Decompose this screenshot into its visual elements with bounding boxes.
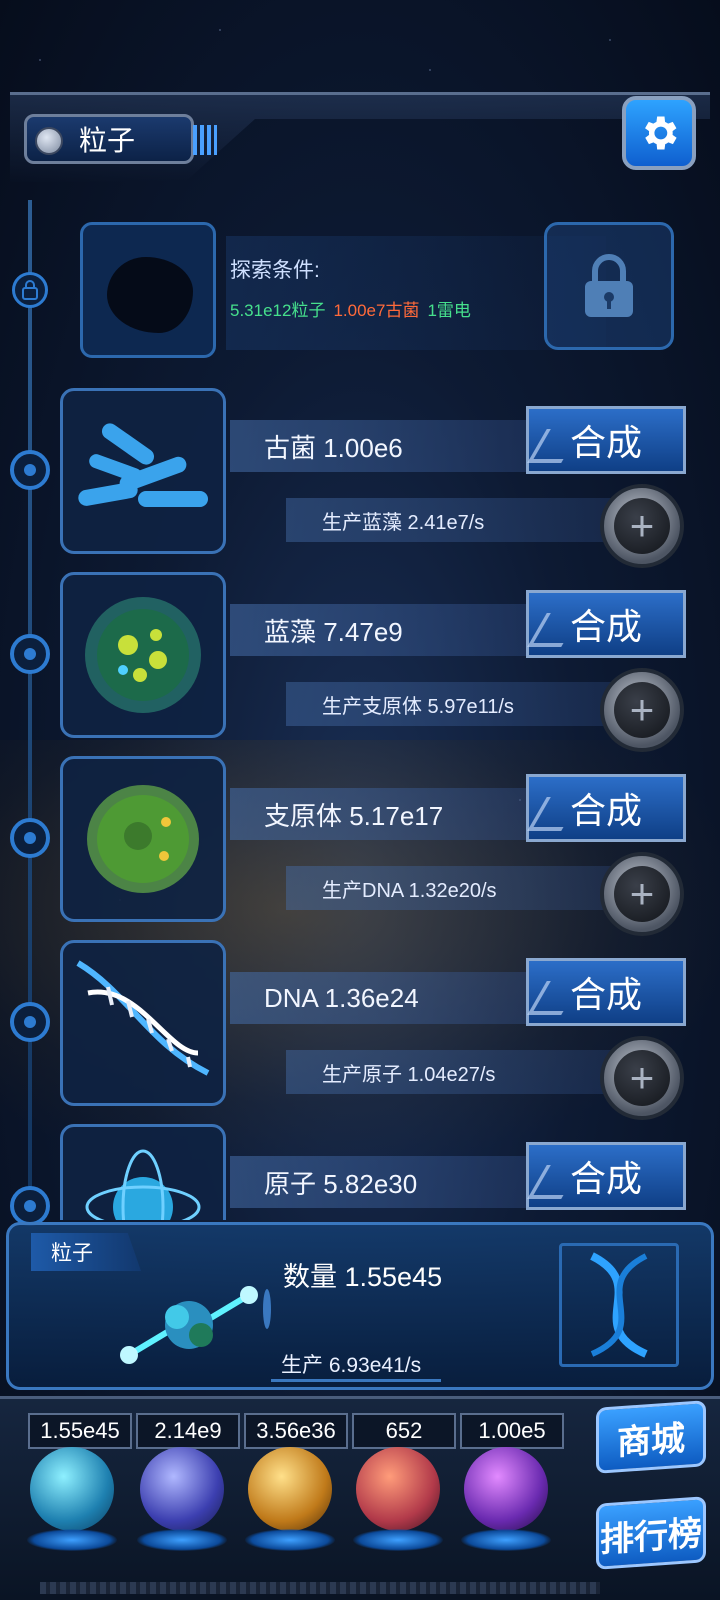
resource-vortex-count: 1.00e5: [460, 1413, 564, 1449]
mycoplasma-icon: [87, 785, 199, 893]
orb-stand: [353, 1529, 443, 1551]
item-row-mycoplasma: 支原体 5.17e17 合成 生产DNA 1.32e20/s +: [60, 756, 700, 936]
item-row-cyanobacteria: 蓝藻 7.47e9 合成 生产支原体 5.97e11/s +: [60, 572, 700, 752]
rail-node: [10, 450, 50, 490]
particle-orb[interactable]: [30, 1447, 114, 1531]
leaderboard-button[interactable]: 排行榜: [596, 1496, 706, 1570]
page-title-plate: 粒子: [24, 114, 217, 164]
resource-fire-count: 3.56e36: [244, 1413, 348, 1449]
mycoplasma-thumbnail[interactable]: [60, 756, 226, 922]
resource-brain-count: 652: [352, 1413, 456, 1449]
particle-summary-panel: 粒子 数量 1.55e45 生产 6.93e41/s: [6, 1222, 714, 1390]
upgrade-button[interactable]: +: [600, 1036, 684, 1120]
production-rate: 生产支原体 5.97e11/s: [286, 682, 646, 726]
explore-condition-list: 5.31e12粒子 1.00e7古菌 1雷电: [230, 296, 471, 321]
bottom-strip-decoration: [40, 1582, 600, 1594]
cyanobacteria-icon: [85, 597, 201, 713]
production-rate: 生产蓝藻 2.41e7/s: [286, 498, 646, 542]
orb-stand: [461, 1529, 551, 1551]
resource-thunder-count: 2.14e9: [136, 1413, 240, 1449]
lock-icon: [585, 254, 633, 317]
connector-dot: [263, 1289, 271, 1329]
synthesize-button[interactable]: 合成: [526, 1142, 686, 1210]
fire-orb[interactable]: [248, 1447, 332, 1531]
atom-thumbnail[interactable]: [60, 1124, 226, 1220]
brain-orb[interactable]: [356, 1447, 440, 1531]
rail-node: [10, 1002, 50, 1042]
condition-archaea: 1.00e7古菌: [333, 301, 420, 320]
dna-icon: [76, 960, 210, 1076]
dna-emblem-icon: [559, 1243, 679, 1367]
item-row-atom: 原子 5.82e30 合成: [60, 1124, 700, 1220]
progress-rail: [28, 200, 32, 1220]
rail-node: [10, 634, 50, 674]
archaea-icon: [78, 423, 208, 507]
page-title: 粒子: [79, 125, 136, 156]
connector-line: [271, 1379, 441, 1382]
orb-stand: [245, 1529, 335, 1551]
production-rate: 生产DNA 1.32e20/s: [286, 866, 646, 910]
plus-icon: +: [614, 1050, 670, 1106]
synthesize-button[interactable]: 合成: [526, 774, 686, 842]
upgrade-button[interactable]: +: [600, 668, 684, 752]
panel-tag: 粒子: [31, 1233, 141, 1271]
synthesize-button[interactable]: 合成: [526, 958, 686, 1026]
screw-icon: [35, 127, 63, 155]
gear-icon: [645, 116, 677, 150]
condition-particle: 5.31e12粒子: [230, 301, 326, 320]
synthesize-button[interactable]: 合成: [526, 406, 686, 474]
lock-icon: [22, 280, 38, 300]
synthesize-button[interactable]: 合成: [526, 590, 686, 658]
resource-particle-count: 1.55e45: [28, 1413, 132, 1449]
upgrade-button[interactable]: +: [600, 852, 684, 936]
item-name: 古菌 1.00e6: [230, 420, 540, 472]
rail-node: [10, 1186, 50, 1226]
plus-icon: +: [614, 866, 670, 922]
dna-thumbnail[interactable]: [60, 940, 226, 1106]
production-rate: 生产原子 1.04e27/s: [286, 1050, 646, 1094]
explore-condition-label: 探索条件:: [230, 259, 320, 282]
archaea-thumbnail[interactable]: [60, 388, 226, 554]
plus-icon: +: [614, 498, 670, 554]
header-bar: 粒子: [10, 92, 710, 182]
rail-lock-node: [12, 272, 48, 308]
item-name: 支原体 5.17e17: [230, 788, 540, 840]
item-name: DNA 1.36e24: [230, 972, 540, 1024]
orb-stand: [27, 1529, 117, 1551]
silhouette-icon: [107, 257, 193, 333]
settings-button[interactable]: [622, 96, 696, 170]
plus-icon: +: [614, 682, 670, 738]
item-name: 原子 5.82e30: [230, 1156, 540, 1208]
locked-item-card: 探索条件: 5.31e12粒子 1.00e7古菌 1雷电: [74, 218, 674, 358]
condition-thunder: 1雷电: [427, 301, 471, 320]
upgrade-button[interactable]: +: [600, 484, 684, 568]
item-row-dna: DNA 1.36e24 合成 生产原子 1.04e27/s +: [60, 940, 700, 1120]
particle-quantity: 数量 1.55e45: [283, 1262, 443, 1292]
locked-item-thumbnail: [80, 222, 216, 358]
item-name: 蓝藻 7.47e9: [230, 604, 540, 656]
thunder-orb[interactable]: [140, 1447, 224, 1531]
cyanobacteria-thumbnail[interactable]: [60, 572, 226, 738]
particle-production-rate: 生产 6.93e41/s: [281, 1354, 422, 1377]
orb-stand: [137, 1529, 227, 1551]
rail-node: [10, 818, 50, 858]
vortex-orb[interactable]: [464, 1447, 548, 1531]
particle-icon: [120, 1286, 258, 1364]
unlock-button[interactable]: [544, 222, 674, 350]
item-row-archaea: 古菌 1.00e6 合成 生产蓝藻 2.41e7/s +: [60, 388, 700, 568]
atom-icon: [85, 1149, 201, 1220]
stripe-decoration: [193, 125, 217, 155]
shop-button[interactable]: 商城: [596, 1400, 706, 1474]
